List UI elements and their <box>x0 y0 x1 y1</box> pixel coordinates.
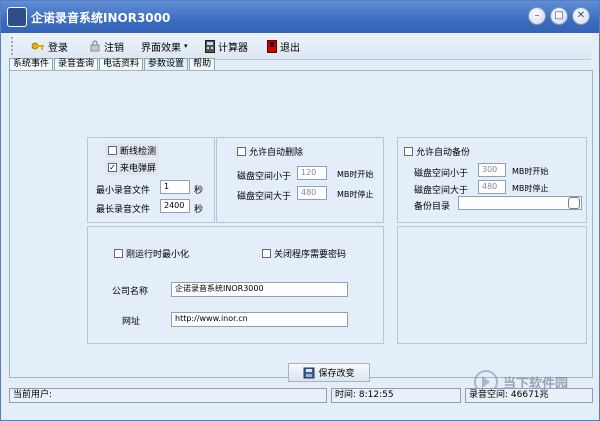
company-input[interactable]: 企诺录音系统INOR3000 <box>171 282 348 297</box>
auto-delete-low-input[interactable]: 120 <box>297 166 327 180</box>
password-on-close-checkbox[interactable]: 关闭程序需要密码 <box>262 247 346 260</box>
auto-backup-panel: 允许自动备份 磁盘空间小于 300 MB时开始 磁盘空间大于 480 MB时停止… <box>397 137 587 223</box>
checkbox-icon <box>114 249 123 258</box>
min-file-input[interactable]: 1 <box>160 180 190 194</box>
auto-backup-low-input[interactable]: 300 <box>478 163 506 177</box>
tab-system-events[interactable]: 系统事件 <box>9 58 54 70</box>
lock-icon <box>90 40 100 52</box>
checkbox-icon <box>404 147 413 156</box>
minimize-button[interactable]: – <box>528 7 546 25</box>
auto-delete-high-label: 磁盘空间大于 <box>237 192 292 202</box>
backup-dir-label: 备份目录 <box>414 202 451 212</box>
title-bar[interactable]: 企诺录音系统INOR3000 – □ ✕ <box>1 1 599 33</box>
auto-backup-checkbox[interactable]: 允许自动备份 <box>404 145 470 158</box>
status-bar: 当前用户: 时间: 8:12:55 录音空间: 46671兆 <box>9 388 593 404</box>
max-file-unit: 秒 <box>194 205 204 215</box>
tab-recording-query[interactable]: 录音查询 <box>54 58 99 70</box>
minimize-on-run-label: 刚运行时最小化 <box>126 250 190 260</box>
disconnect-detect-checkbox[interactable]: 断线检测 <box>105 143 160 158</box>
logout-label: 注销 <box>104 42 124 54</box>
tab-settings[interactable]: 参数设置 <box>144 58 189 70</box>
auto-delete-low-suffix: MB时开始 <box>337 170 374 179</box>
window-title: 企诺录音系统INOR3000 <box>31 11 171 25</box>
checkbox-icon <box>262 249 271 258</box>
browse-folder-button[interactable] <box>568 197 580 209</box>
app-window: 企诺录音系统INOR3000 – □ ✕ 登录 注销 界面效果 ▾ 计算器 退出… <box>0 0 600 421</box>
close-icon: ✕ <box>576 10 586 21</box>
calculator-label: 计算器 <box>218 42 248 54</box>
checked-icon: ✓ <box>108 163 117 172</box>
ui-effects-button[interactable]: 界面效果 ▾ <box>141 37 188 55</box>
exit-label: 退出 <box>280 42 300 54</box>
minimize-on-run-checkbox[interactable]: 刚运行时最小化 <box>114 247 189 260</box>
backup-dir-input[interactable] <box>458 196 582 210</box>
auto-backup-label: 允许自动备份 <box>416 148 471 158</box>
power-popup-label: 来电弹屏 <box>120 164 157 174</box>
status-current-user: 当前用户: <box>9 388 327 403</box>
checkbox-icon <box>237 147 246 156</box>
ui-effects-label: 界面效果 <box>141 42 181 54</box>
auto-backup-low-suffix: MB时开始 <box>512 167 549 176</box>
toolbar-grip[interactable] <box>11 37 16 55</box>
auto-backup-high-input[interactable]: 480 <box>478 180 506 194</box>
login-button[interactable]: 登录 <box>31 37 68 55</box>
recording-options-panel: 断线检测 ✓ 来电弹屏 最小录音文件 1 秒 最长录音文件 2400 秒 <box>87 137 215 223</box>
key-icon <box>31 42 44 50</box>
save-changes-button[interactable]: 保存改变 <box>288 363 370 382</box>
calculator-button[interactable]: 计算器 <box>205 37 248 55</box>
login-label: 登录 <box>48 42 68 54</box>
minimize-icon: – <box>534 10 540 21</box>
toolbar: 登录 注销 界面效果 ▾ 计算器 退出 <box>9 33 591 60</box>
status-recording-space: 录音空间: 46671兆 <box>465 388 593 403</box>
status-time: 时间: 8:12:55 <box>331 388 461 403</box>
auto-backup-low-label: 磁盘空间小于 <box>414 169 469 179</box>
save-icon <box>303 367 315 378</box>
min-file-label: 最小录音文件 <box>96 186 151 196</box>
tab-help[interactable]: 帮助 <box>189 58 216 70</box>
calculator-icon <box>205 39 215 53</box>
settings-page: 断线检测 ✓ 来电弹屏 最小录音文件 1 秒 最长录音文件 2400 秒 允许自… <box>9 70 593 378</box>
dropdown-arrow-icon: ▾ <box>184 42 188 50</box>
power-popup-checkbox[interactable]: ✓ 来电弹屏 <box>105 160 160 175</box>
tab-phone-info[interactable]: 电话资料 <box>99 58 144 70</box>
auto-delete-low-label: 磁盘空间小于 <box>237 172 292 182</box>
auto-delete-label: 允许自动删除 <box>249 148 304 158</box>
tab-strip: 系统事件 录音查询 电话资料 参数设置 帮助 <box>9 58 216 70</box>
maximize-button[interactable]: □ <box>550 7 568 25</box>
disconnect-detect-label: 断线检测 <box>120 147 157 157</box>
logout-button[interactable]: 注销 <box>89 37 124 55</box>
close-button[interactable]: ✕ <box>572 7 590 25</box>
website-label: 网址 <box>122 317 141 327</box>
exit-button[interactable]: 退出 <box>267 37 300 55</box>
auto-delete-high-suffix: MB时停止 <box>337 190 374 199</box>
auto-backup-high-label: 磁盘空间大于 <box>414 186 469 196</box>
app-icon <box>7 7 27 27</box>
max-file-label: 最长录音文件 <box>96 205 151 215</box>
password-on-close-label: 关闭程序需要密码 <box>274 250 347 260</box>
exit-icon <box>267 39 277 53</box>
auto-backup-high-suffix: MB时停止 <box>512 184 549 193</box>
auto-delete-checkbox[interactable]: 允许自动删除 <box>237 145 303 158</box>
save-changes-label: 保存改变 <box>318 369 355 379</box>
checkbox-icon <box>108 146 117 155</box>
general-settings-panel: 刚运行时最小化 关闭程序需要密码 公司名称 企诺录音系统INOR3000 网址 … <box>87 226 384 344</box>
auto-delete-high-input[interactable]: 480 <box>297 186 327 200</box>
min-file-unit: 秒 <box>194 186 204 196</box>
auto-delete-panel: 允许自动删除 磁盘空间小于 120 MB时开始 磁盘空间大于 480 MB时停止 <box>216 137 384 223</box>
maximize-icon: □ <box>554 10 564 21</box>
empty-panel <box>397 226 587 344</box>
company-label: 公司名称 <box>112 287 149 297</box>
website-input[interactable]: http://www.inor.cn <box>171 312 348 327</box>
max-file-input[interactable]: 2400 <box>160 199 190 213</box>
